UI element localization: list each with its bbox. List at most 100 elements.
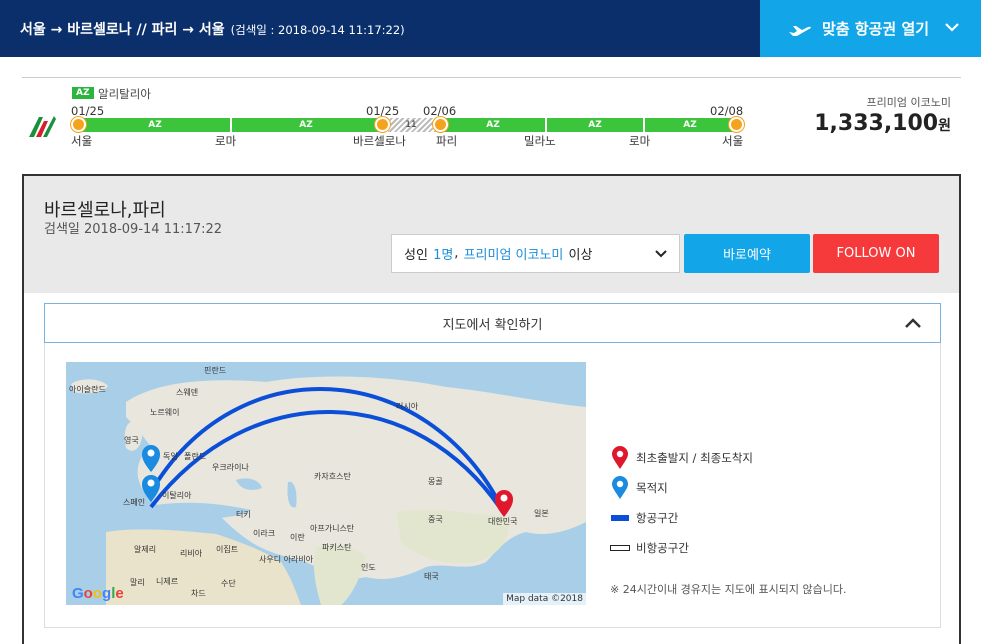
surface-line-icon <box>610 536 630 560</box>
map-label: 중국 <box>428 515 443 524</box>
chevron-down-icon <box>945 23 959 32</box>
alitalia-logo-icon <box>29 116 56 137</box>
map-label: 핀란드 <box>204 365 226 375</box>
map-label: 차드 <box>191 589 206 598</box>
map-label: 인도 <box>361 562 376 572</box>
map-label: 스웨덴 <box>176 387 198 397</box>
map-label: 폴란드 <box>184 451 206 461</box>
red-pin-icon <box>610 446 630 470</box>
surface-segment: 11 <box>385 118 437 132</box>
flight-segment: AZ <box>232 118 380 132</box>
map-legend: 최초출발지 / 최종도착지 목적지 항공구간 비항공구간 <box>610 443 753 563</box>
city-label: 서울 <box>722 134 744 148</box>
price-value: 1,333,100 <box>814 111 939 136</box>
map-label: 태국 <box>424 572 439 581</box>
card-search-date: 검색일 2018-09-14 11:17:22 <box>44 222 223 237</box>
chevron-down-icon <box>655 250 667 258</box>
map-label: 노르웨이 <box>150 407 179 417</box>
map-label: 몽골 <box>428 477 443 486</box>
map-label: 사우디 아라비아 <box>259 554 314 564</box>
city-label: 파리 <box>436 134 458 148</box>
map-label: 아이슬란드 <box>69 384 106 394</box>
flight-segment: AZ <box>80 118 230 132</box>
flight-line-icon <box>610 506 630 530</box>
map-label: 수단 <box>221 578 236 588</box>
map-label: 리비아 <box>180 548 203 558</box>
pax-prefix: 성인 <box>404 248 428 263</box>
map-label: 알제리 <box>134 544 156 554</box>
flight-segment: AZ <box>441 118 545 132</box>
departure-date: 02/06 <box>423 104 457 118</box>
map-label: 아프가니스탄 <box>310 523 355 533</box>
map-panel: 아이슬란드 핀란드 스웨덴 노르웨이 러시아 영국 독일 폴란드 우크라이나 카… <box>44 343 941 628</box>
route-map[interactable]: 아이슬란드 핀란드 스웨덴 노르웨이 러시아 영국 독일 폴란드 우크라이나 카… <box>66 362 586 605</box>
airplane-icon <box>789 25 811 36</box>
map-label: 파키스탄 <box>322 542 352 552</box>
pax-class: 프리미엄 이코노미 <box>463 248 564 263</box>
map-label: 이란 <box>290 532 305 542</box>
city-label: 서울 <box>71 134 93 148</box>
fare-detail-card: 바르셀로나,파리 검색일 2018-09-14 11:17:22 성인 1명, … <box>22 174 961 644</box>
map-label: 카자흐스탄 <box>314 471 351 481</box>
chevron-up-icon <box>905 318 921 328</box>
map-label: 스페인 <box>123 497 145 507</box>
airline-code-badge: AZ <box>72 87 94 99</box>
fare-price: 1,333,100원 <box>814 111 951 136</box>
route-title: 서울 → 바르셀로나 // 파리 → 서울 (검색일 : 2018-09-14 1… <box>20 19 405 39</box>
land-india <box>313 545 366 605</box>
search-date-text: (검색일 : 2018-09-14 11:17:22) <box>230 23 405 37</box>
flight-segment: AZ <box>547 118 643 132</box>
open-custom-fare-button[interactable]: 맞춤 항공권 열기 <box>760 0 981 57</box>
city-label: 바르셀로나 <box>353 134 406 148</box>
flight-segment: AZ <box>645 118 735 132</box>
fare-class: 프리미엄 이코노미 <box>866 96 951 109</box>
airline-name: 알리탈리아 <box>98 87 151 101</box>
city-label: 밀라노 <box>524 134 556 148</box>
pax-count: 1명 <box>433 248 454 263</box>
legend-label: 비항공구간 <box>636 541 689 555</box>
departure-date: 01/25 <box>71 104 105 118</box>
legend-label: 목적지 <box>636 481 668 495</box>
stop-dot <box>729 117 744 132</box>
divider <box>22 77 961 78</box>
route-text: 서울 → 바르셀로나 // 파리 → 서울 <box>20 22 225 38</box>
legend-item: 최초출발지 / 최종도착지 <box>610 443 753 473</box>
google-logo[interactable]: Google <box>72 585 124 602</box>
map-label: 영국 <box>124 435 139 445</box>
map-attribution[interactable]: Map data ©2018 <box>503 593 586 605</box>
map-label: 터키 <box>236 510 251 519</box>
book-now-button[interactable]: 바로예약 <box>684 234 810 273</box>
follow-on-button[interactable]: FOLLOW ON <box>813 234 939 273</box>
passenger-class-select[interactable]: 성인 1명, 프리미엄 이코노미 이상 <box>391 234 680 273</box>
currency-label: 원 <box>938 118 951 134</box>
map-toggle-label: 지도에서 확인하기 <box>442 317 543 333</box>
map-label: 독일 <box>163 452 178 461</box>
blue-pin-icon <box>610 476 630 500</box>
map-label: 대한민국 <box>488 516 517 526</box>
legend-item: 항공구간 <box>610 503 753 533</box>
pax-suffix: 이상 <box>568 248 593 263</box>
legend-note: ※ 24시간이내 경유지는 지도에 표시되지 않습니다. <box>610 583 847 596</box>
map-label: 일본 <box>534 509 549 518</box>
map-label: 이라크 <box>253 528 275 538</box>
map-label: 이집트 <box>216 544 238 554</box>
arrival-date: 01/25 <box>366 104 400 118</box>
legend-item: 목적지 <box>610 473 753 503</box>
card-header: 바르셀로나,파리 검색일 2018-09-14 11:17:22 성인 1명, … <box>24 176 959 293</box>
map-label: 우크라이나 <box>212 462 249 472</box>
arrival-date: 02/08 <box>710 104 744 118</box>
pax-separator: , <box>454 246 459 261</box>
map-canvas: 아이슬란드 핀란드 스웨덴 노르웨이 러시아 영국 독일 폴란드 우크라이나 카… <box>69 365 586 605</box>
stop-dot <box>433 117 448 132</box>
open-custom-fare-label: 맞춤 항공권 열기 <box>822 20 930 38</box>
map-label: 이탈리아 <box>162 490 192 500</box>
stop-dot <box>71 117 86 132</box>
stop-dot <box>375 117 390 132</box>
city-label: 로마 <box>629 134 651 148</box>
map-toggle-button[interactable]: 지도에서 확인하기 <box>44 303 941 343</box>
legend-label: 최초출발지 / 최종도착지 <box>636 451 753 465</box>
map-label: 니제르 <box>156 576 178 586</box>
map-label: 말리 <box>130 578 145 587</box>
city-label: 로마 <box>215 134 237 148</box>
map-label: 러시아 <box>396 401 419 411</box>
